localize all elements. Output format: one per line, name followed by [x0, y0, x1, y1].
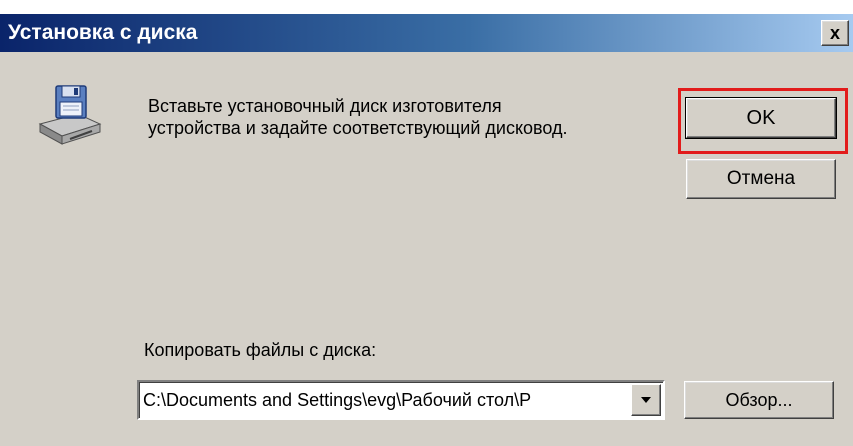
install-disk-icon [34, 80, 104, 150]
dropdown-button[interactable] [631, 384, 661, 416]
chevron-down-icon [641, 397, 651, 403]
copy-from-label: Копировать файлы с диска: [144, 340, 377, 360]
message-line-1: Вставьте установочный диск изготовителя [148, 96, 502, 116]
message-line-2: устройства и задайте соответствующий дис… [148, 118, 568, 138]
copy-from-combobox[interactable]: C:\Documents and Settings\evg\Рабочий ст… [137, 380, 665, 420]
instruction-message: Вставьте установочный диск изготовителя … [148, 95, 668, 139]
close-button[interactable]: x [821, 20, 849, 46]
browse-button[interactable]: Обзор... [684, 381, 834, 419]
dialog-body: Вставьте установочный диск изготовителя … [0, 52, 853, 446]
cancel-button[interactable]: Отмена [686, 159, 836, 199]
install-from-disk-dialog: Установка с диска x Вставьте установочны… [0, 14, 853, 446]
window-title: Установка с диска [8, 21, 198, 44]
title-bar[interactable]: Установка с диска x [0, 14, 853, 52]
copy-from-value[interactable]: C:\Documents and Settings\evg\Рабочий ст… [143, 390, 623, 411]
ok-button[interactable]: OK [685, 97, 837, 139]
close-icon: x [829, 22, 840, 43]
